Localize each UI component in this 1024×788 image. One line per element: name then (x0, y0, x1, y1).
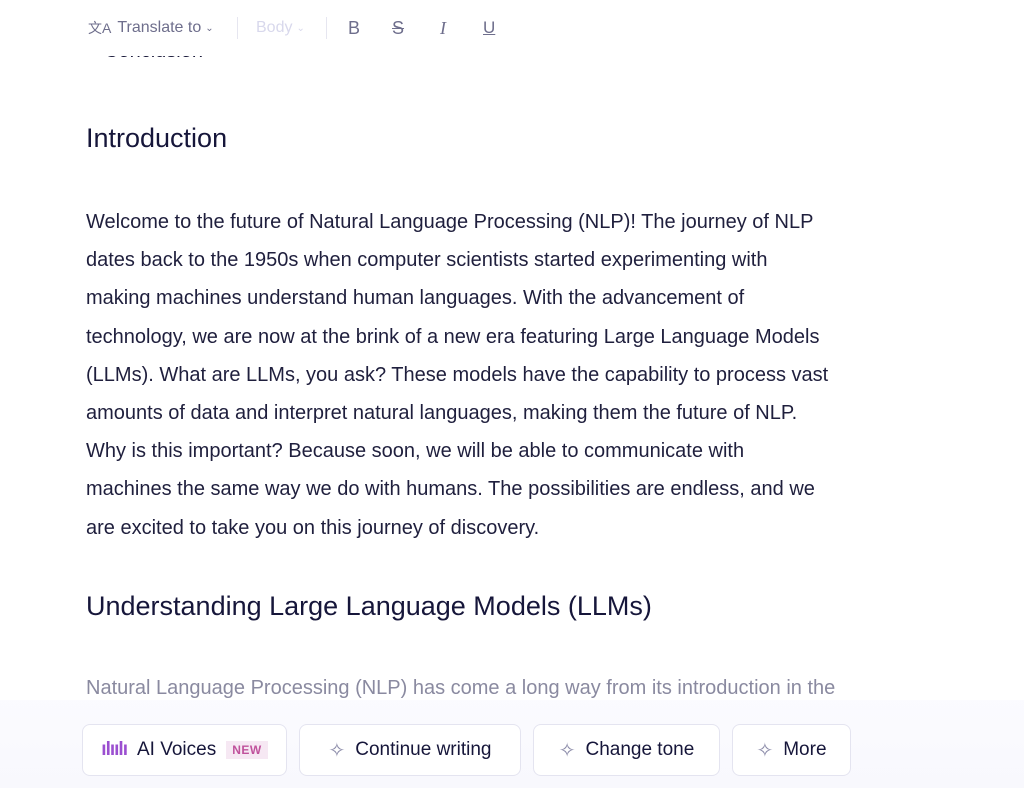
formatting-toolbar: 文A Translate to ⌄ Body ⌄ B S I U (0, 0, 1024, 56)
strikethrough-button[interactable]: S (392, 16, 404, 40)
paragraph-line: amounts of data and interpret natural la… (86, 402, 798, 425)
new-badge: NEW (226, 741, 268, 759)
paragraph-line: Welcome to the future of Natural Languag… (86, 211, 814, 233)
paragraph-line: Why is this important? Because soon, we … (86, 440, 745, 463)
paragraph-line: technology, we are now at the brink of a… (86, 325, 820, 348)
continue-writing-button[interactable]: ✧ Continue writing (299, 724, 521, 776)
paragraph-line: (LLMs). What are LLMs, you ask? These mo… (86, 363, 829, 386)
italic-icon: I (440, 17, 446, 38)
change-tone-button[interactable]: ✧ Change tone (533, 724, 720, 776)
paragraph-line: making machines understand human languag… (86, 287, 745, 310)
text-style-dropdown[interactable]: Body ⌄ (256, 16, 305, 40)
sparkle-icon: ✧ (756, 739, 774, 762)
bold-icon: B (348, 17, 361, 38)
introduction-paragraph: Welcome to the future of Natural Languag… (86, 203, 828, 547)
bold-button[interactable]: B (348, 16, 360, 40)
more-button[interactable]: ✧ More (732, 724, 851, 776)
translate-dropdown[interactable]: 文A Translate to ⌄ (88, 16, 214, 40)
paragraph-line: machines the same way we do with humans.… (86, 478, 815, 501)
italic-button[interactable]: I (440, 16, 446, 40)
change-tone-label: Change tone (585, 739, 695, 760)
sparkle-icon: ✧ (558, 739, 576, 762)
chevron-down-icon: ⌄ (296, 22, 305, 34)
more-label: More (783, 739, 827, 760)
translate-icon: 文A (88, 20, 112, 36)
strikethrough-icon: S (392, 17, 405, 38)
underline-button[interactable]: U (483, 16, 495, 40)
heading-understanding-llms: Understanding Large Language Models (LLM… (86, 591, 652, 621)
paragraph-line: dates back to the 1950s when computer sc… (86, 249, 768, 272)
divider (326, 17, 327, 39)
text-style-label: Body (256, 19, 293, 36)
continue-writing-label: Continue writing (355, 739, 492, 760)
translate-label: Translate to (117, 19, 202, 36)
chevron-down-icon: ⌄ (205, 22, 214, 34)
audio-wave-icon: ılıılı (101, 739, 128, 760)
underline-icon: U (483, 18, 496, 37)
heading-introduction: Introduction (86, 123, 228, 153)
sparkle-icon: ✧ (328, 739, 346, 762)
ai-voices-label: AI Voices (136, 739, 217, 760)
divider (237, 17, 238, 39)
ai-voices-button[interactable]: ılıılı AI Voices NEW (82, 724, 287, 776)
faded-paragraph: Natural Language Processing (NLP) has co… (86, 677, 836, 699)
paragraph-line: are excited to take you on this journey … (86, 516, 540, 539)
